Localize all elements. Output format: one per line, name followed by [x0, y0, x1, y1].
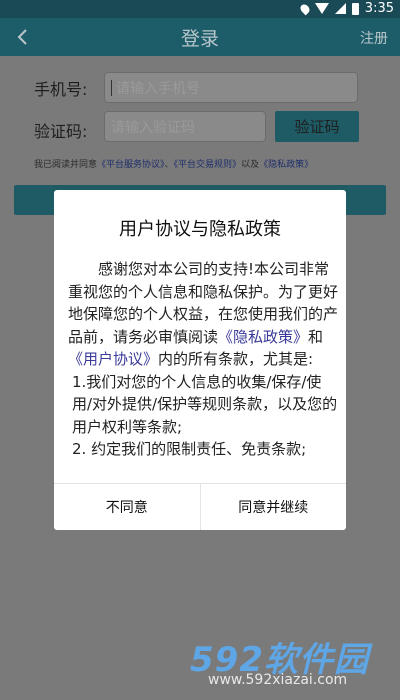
privacy-policy-link[interactable]: 《隐私政策》 — [259, 160, 313, 170]
location-icon — [298, 2, 312, 15]
status-bar: 3:35 — [0, 0, 400, 18]
get-code-button[interactable]: 验证码 — [275, 111, 359, 142]
dialog-item-1: 1.我们对您的个人信息的收集/保存/使用/对外提供/保护等规则条款，以及您的用户… — [72, 372, 338, 436]
service-agreement-link[interactable]: 《平台服务协议》 — [97, 160, 165, 170]
dialog-privacy-link[interactable]: 《隐私政策》 — [218, 328, 308, 346]
dialog-body[interactable]: 感谢您对本公司的支持!本公司非常重视您的个人信息和隐私保护。为了更好地保障您的个… — [68, 258, 338, 476]
phone-label: 手机号: — [34, 80, 88, 99]
watermark: 592软件园 www.592xiazai.com — [190, 632, 390, 692]
phone-placeholder: 请输入手机号 — [116, 80, 200, 97]
signal-icon — [334, 3, 346, 14]
code-placeholder: 请输入验证码 — [111, 119, 195, 136]
page-title: 登录 — [180, 28, 219, 50]
dialog-button-row: 不同意 同意并继续 — [54, 483, 346, 530]
app-header: 登录 注册 — [0, 18, 400, 56]
text-caret — [111, 79, 112, 96]
dialog-user-agreement-link[interactable]: 《用户协议》 — [68, 350, 158, 368]
phone-input[interactable]: 请输入手机号 — [104, 72, 358, 103]
watermark-url: www.592xiazai.com — [208, 672, 348, 688]
dialog-item-2: 2. 约定我们的限制责任、免责条款; — [72, 440, 307, 458]
disagree-button[interactable]: 不同意 — [54, 484, 200, 530]
battery-icon — [351, 2, 359, 15]
wifi-icon — [314, 3, 329, 14]
register-link[interactable]: 注册 — [360, 28, 388, 48]
trade-rules-link[interactable]: 《平台交易规则》 — [174, 160, 242, 170]
dialog-paragraph: 感谢您对本公司的支持!本公司非常重视您的个人信息和隐私保护。为了更好地保障您的个… — [68, 260, 338, 368]
agreement-text: 我已阅读并同意《平台服务协议》、《平台交易规则》以及《隐私政策》 — [34, 160, 314, 170]
code-label: 验证码: — [34, 122, 88, 141]
privacy-dialog: 用户协议与隐私政策 感谢您对本公司的支持!本公司非常重视您的个人信息和隐私保护。… — [54, 190, 346, 530]
agree-continue-button[interactable]: 同意并继续 — [199, 484, 347, 530]
status-time: 3:35 — [364, 1, 394, 16]
code-input[interactable]: 请输入验证码 — [104, 111, 266, 142]
dialog-title: 用户协议与隐私政策 — [119, 219, 281, 240]
